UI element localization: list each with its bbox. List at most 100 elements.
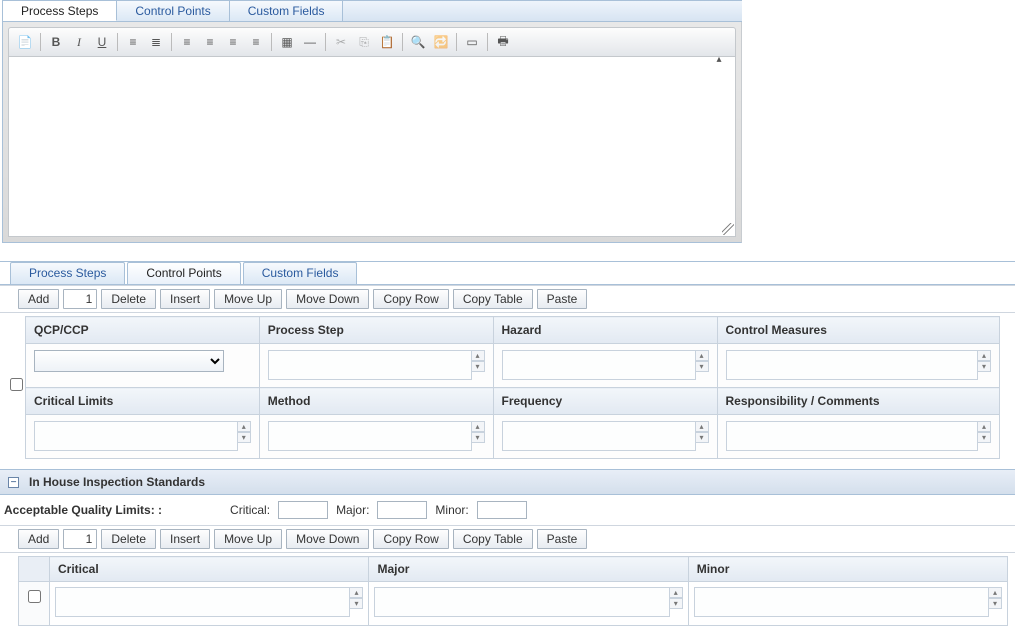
spin-down-icon[interactable]: ▾ [695, 361, 709, 372]
spin-up-icon[interactable]: ▴ [988, 587, 1002, 598]
copy-icon[interactable]: ⎘ [354, 32, 374, 52]
top-tabstrip: Process Steps Control Points Custom Fiel… [2, 0, 742, 22]
insp-row-count-input[interactable] [63, 529, 97, 549]
tab-custom-fields-mid[interactable]: Custom Fields [243, 262, 358, 284]
insp-copy-row-button[interactable]: Copy Row [373, 529, 448, 549]
row-count-input[interactable] [63, 289, 97, 309]
copy-table-button[interactable]: Copy Table [453, 289, 533, 309]
col-hazard: Hazard [493, 317, 717, 344]
spin-down-icon[interactable]: ▾ [988, 598, 1002, 609]
delete-button[interactable]: Delete [101, 289, 156, 309]
inhouse-title: In House Inspection Standards [29, 475, 205, 489]
align-right-icon[interactable]: ≡ [223, 32, 243, 52]
spin-down-icon[interactable]: ▾ [977, 432, 991, 443]
hr-icon[interactable]: ― [300, 32, 320, 52]
tab-control-points-mid[interactable]: Control Points [127, 262, 240, 284]
responsibility-textarea[interactable] [726, 421, 978, 451]
cut-icon[interactable]: ✂ [331, 32, 351, 52]
insp-check-col [19, 557, 50, 582]
align-left-icon[interactable]: ≡ [177, 32, 197, 52]
col-control-measures: Control Measures [717, 317, 999, 344]
frequency-textarea[interactable] [502, 421, 696, 451]
col-method: Method [259, 388, 493, 415]
spin-up-icon[interactable]: ▴ [471, 350, 485, 361]
insp-row-checkbox[interactable] [28, 590, 41, 603]
editor-textarea[interactable] [8, 57, 736, 237]
critical-limits-textarea[interactable] [34, 421, 238, 451]
insp-move-down-button[interactable]: Move Down [286, 529, 369, 549]
copy-row-button[interactable]: Copy Row [373, 289, 448, 309]
insp-minor-textarea[interactable] [694, 587, 989, 617]
tab-process-steps-top[interactable]: Process Steps [3, 1, 117, 21]
mid-section: Process Steps Control Points Custom Fiel… [0, 261, 1015, 285]
insp-delete-button[interactable]: Delete [101, 529, 156, 549]
col-qcp: QCP/CCP [26, 317, 260, 344]
method-textarea[interactable] [268, 421, 472, 451]
spin-down-icon[interactable]: ▾ [695, 432, 709, 443]
insert-button[interactable]: Insert [160, 289, 210, 309]
editor-toolbar: 📄 B I U ≡ ≣ ≡ ≡ ≡ ≡ ▦ ― ✂ ⎘ 📋 🔍 🔁 ▭ [8, 27, 736, 57]
source-icon[interactable]: 📄 [15, 32, 35, 52]
spin-down-icon[interactable]: ▾ [471, 432, 485, 443]
spin-up-icon[interactable]: ▴ [349, 587, 363, 598]
row-select-checkbox[interactable] [10, 378, 23, 391]
insp-action-bar: Add Delete Insert Move Up Move Down Copy… [0, 525, 1015, 553]
spin-down-icon[interactable]: ▾ [471, 361, 485, 372]
insp-insert-button[interactable]: Insert [160, 529, 210, 549]
spin-down-icon[interactable]: ▾ [977, 361, 991, 372]
qcp-select[interactable] [34, 350, 224, 372]
insp-col-critical: Critical [50, 557, 369, 582]
paste-icon[interactable]: 📋 [377, 32, 397, 52]
aql-minor-input[interactable] [477, 501, 527, 519]
tab-process-steps-mid[interactable]: Process Steps [10, 262, 125, 284]
collapse-toggle-icon[interactable]: − [8, 477, 19, 488]
aql-minor-label: Minor: [435, 503, 468, 517]
aql-major-input[interactable] [377, 501, 427, 519]
insp-copy-table-button[interactable]: Copy Table [453, 529, 533, 549]
aql-critical-input[interactable] [278, 501, 328, 519]
italic-button[interactable]: I [69, 32, 89, 52]
insp-major-textarea[interactable] [374, 587, 669, 617]
col-frequency: Frequency [493, 388, 717, 415]
bold-button[interactable]: B [46, 32, 66, 52]
cp-grid: QCP/CCP Process Step Hazard Control Meas… [0, 316, 1015, 459]
control-measures-textarea[interactable] [726, 350, 978, 380]
paste-button[interactable]: Paste [537, 289, 588, 309]
spin-down-icon[interactable]: ▾ [669, 598, 683, 609]
replace-icon[interactable]: 🔁 [431, 32, 451, 52]
justify-icon[interactable]: ≡ [246, 32, 266, 52]
spin-up-icon[interactable]: ▴ [695, 421, 709, 432]
select-all-icon[interactable]: ▭ [462, 32, 482, 52]
scroll-up-icon[interactable]: ▴ [712, 53, 726, 67]
insp-grid: Critical Major Minor ▴▾ ▴▾ ▴▾ [18, 556, 1008, 626]
spin-up-icon[interactable]: ▴ [695, 350, 709, 361]
insp-critical-textarea[interactable] [55, 587, 350, 617]
spin-up-icon[interactable]: ▴ [669, 587, 683, 598]
unordered-list-icon[interactable]: ≣ [146, 32, 166, 52]
insp-add-button[interactable]: Add [18, 529, 59, 549]
tab-custom-fields-top[interactable]: Custom Fields [230, 1, 344, 21]
inhouse-header: − In House Inspection Standards [0, 469, 1015, 495]
spin-down-icon[interactable]: ▾ [237, 432, 251, 443]
table-icon[interactable]: ▦ [277, 32, 297, 52]
move-down-button[interactable]: Move Down [286, 289, 369, 309]
ordered-list-icon[interactable]: ≡ [123, 32, 143, 52]
spin-down-icon[interactable]: ▾ [349, 598, 363, 609]
insp-paste-button[interactable]: Paste [537, 529, 588, 549]
cp-action-bar: Add Delete Insert Move Up Move Down Copy… [0, 285, 1015, 313]
find-icon[interactable]: 🔍 [408, 32, 428, 52]
spin-up-icon[interactable]: ▴ [977, 421, 991, 432]
print-icon[interactable]: 🖶 [493, 32, 513, 52]
spin-up-icon[interactable]: ▴ [471, 421, 485, 432]
spin-up-icon[interactable]: ▴ [237, 421, 251, 432]
hazard-textarea[interactable] [502, 350, 696, 380]
add-button[interactable]: Add [18, 289, 59, 309]
underline-button[interactable]: U [92, 32, 112, 52]
tab-control-points-top[interactable]: Control Points [117, 1, 229, 21]
move-up-button[interactable]: Move Up [214, 289, 282, 309]
insp-move-up-button[interactable]: Move Up [214, 529, 282, 549]
editor-frame: 📄 B I U ≡ ≣ ≡ ≡ ≡ ≡ ▦ ― ✂ ⎘ 📋 🔍 🔁 ▭ [2, 22, 742, 243]
process-step-textarea[interactable] [268, 350, 472, 380]
spin-up-icon[interactable]: ▴ [977, 350, 991, 361]
align-center-icon[interactable]: ≡ [200, 32, 220, 52]
